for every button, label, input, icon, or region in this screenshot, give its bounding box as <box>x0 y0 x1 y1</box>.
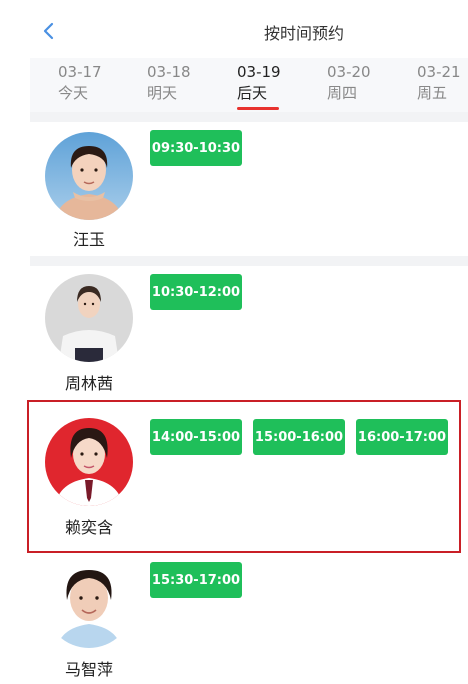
doctor-row: 周林茜 10:30-12:00 <box>30 266 468 396</box>
header: 按时间预约 <box>0 0 468 58</box>
date-tab-date: 03-20 <box>327 63 371 81</box>
date-tab-0321[interactable]: 03-21 周五 <box>417 62 468 104</box>
doctor-name: 周林茜 <box>64 374 113 393</box>
date-tab-label: 今天 <box>58 84 89 102</box>
doctor-row: 汪玉 09:30-10:30 <box>30 122 468 256</box>
doctor-name: 马智萍 <box>64 660 113 679</box>
date-tab-label: 周五 <box>417 84 448 102</box>
time-slot-button[interactable]: 09:30-10:30 <box>150 130 242 166</box>
date-tab-date: 03-21 <box>417 63 461 81</box>
divider <box>30 256 468 266</box>
date-tab-0318[interactable]: 03-18 明天 <box>147 62 207 104</box>
date-tab-label: 周四 <box>327 84 358 102</box>
date-tab-label: 明天 <box>147 84 178 102</box>
avatar[interactable] <box>45 132 133 220</box>
divider <box>30 112 468 122</box>
doctor-row: 马智萍 15:30-17:00 <box>30 556 468 684</box>
date-tab-date: 03-17 <box>58 63 102 81</box>
page-title: 按时间预约 <box>263 24 344 43</box>
avatar[interactable] <box>45 560 133 648</box>
date-tab-0319[interactable]: 03-19 后天 <box>237 62 297 110</box>
date-tab-0317[interactable]: 03-17 今天 <box>58 62 118 104</box>
date-tab-date: 03-19 <box>237 63 281 81</box>
avatar[interactable] <box>45 274 133 362</box>
selection-highlight-box <box>27 400 461 553</box>
active-tab-indicator <box>237 107 279 110</box>
time-slot-button[interactable]: 15:30-17:00 <box>150 562 242 598</box>
date-tab-bar: 03-17 今天 03-18 明天 03-19 后天 03-20 周四 03-2… <box>30 58 468 112</box>
date-tab-label: 后天 <box>237 84 268 102</box>
doctor-name: 汪玉 <box>72 230 105 249</box>
date-tab-0320[interactable]: 03-20 周四 <box>327 62 387 104</box>
date-tab-date: 03-18 <box>147 63 191 81</box>
time-slot-button[interactable]: 10:30-12:00 <box>150 274 242 310</box>
